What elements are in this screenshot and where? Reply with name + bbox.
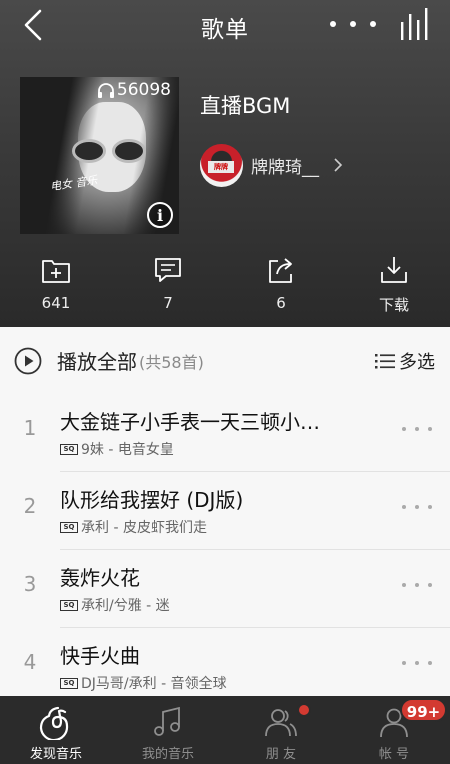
song-row[interactable]: 3 轰炸火花 SQ 承利/兮雅 - 迷 xyxy=(0,550,450,628)
multi-select-button[interactable]: 多选 xyxy=(375,348,435,374)
share-count: 6 xyxy=(276,294,286,312)
tab-discover[interactable]: 发现音乐 xyxy=(0,696,112,764)
play-count: 56098 xyxy=(97,80,171,100)
tab-my-music[interactable]: 我的音乐 xyxy=(112,696,224,764)
sq-badge: SQ xyxy=(60,677,78,689)
song-title: 队形给我摆好 (DJ版) xyxy=(60,488,244,512)
song-subtitle: SQ 承利 - 皮皮虾我们走 xyxy=(60,517,207,537)
song-more-button[interactable] xyxy=(402,427,432,431)
song-title: 大金链子小手表一天三顿小… xyxy=(60,410,320,434)
headphones-icon xyxy=(97,83,114,98)
more-dot-icon xyxy=(428,583,432,587)
download-icon xyxy=(381,257,407,283)
tab-label: 朋 友 xyxy=(265,747,297,762)
comment-icon xyxy=(155,258,181,282)
song-artist-album: 承利/兮雅 - 迷 xyxy=(81,598,170,614)
song-index: 1 xyxy=(23,416,37,440)
sq-badge: SQ xyxy=(60,521,78,533)
playlist-cover[interactable]: 56098 电女 音乐 i xyxy=(20,77,179,234)
nav-bar: 歌单 xyxy=(0,0,450,50)
tab-label: 帐 号 xyxy=(378,747,410,762)
list-icon xyxy=(375,354,395,369)
friends-notification-dot xyxy=(297,703,311,717)
collect-count: 641 xyxy=(41,294,71,312)
more-dot-icon xyxy=(402,427,406,431)
share-button[interactable]: 6 xyxy=(241,255,321,312)
song-subtitle: SQ DJ马哥/承利 - 音领全球 xyxy=(60,673,227,693)
more-dot-icon xyxy=(370,21,376,27)
song-list: 播放全部 (共58首) 多选 1 大金链子小手表一天三顿小… SQ 9妹 - 电音… xyxy=(0,327,450,696)
song-artist-album: 9妹 - 电音女皇 xyxy=(81,442,174,458)
more-dot-icon xyxy=(415,505,419,509)
avatar-tag: 牌牌 xyxy=(208,160,234,173)
song-index: 2 xyxy=(23,494,37,518)
friends-icon xyxy=(265,709,297,737)
song-subtitle: SQ 9妹 - 电音女皇 xyxy=(60,439,174,459)
tab-bar: 发现音乐 我的音乐 朋 友 帐 号 xyxy=(0,696,450,764)
more-dot-icon xyxy=(415,427,419,431)
creator-name: 牌牌琦__ xyxy=(251,157,319,178)
netease-music-icon xyxy=(39,706,69,740)
sq-badge: SQ xyxy=(60,443,78,455)
account-notification-badge: 99+ xyxy=(400,698,447,722)
more-dot-icon xyxy=(402,505,406,509)
comment-button[interactable]: 7 xyxy=(128,255,208,312)
song-index: 4 xyxy=(23,650,37,674)
more-dot-icon xyxy=(330,21,336,27)
more-dot-icon xyxy=(428,505,432,509)
more-button[interactable] xyxy=(330,12,376,36)
tab-label: 发现音乐 xyxy=(29,747,82,762)
song-more-button[interactable] xyxy=(402,505,432,509)
play-all-row[interactable]: 播放全部 (共58首) 多选 xyxy=(0,327,450,394)
song-row[interactable]: 1 大金链子小手表一天三顿小… SQ 9妹 - 电音女皇 xyxy=(0,394,450,472)
song-subtitle: SQ 承利/兮雅 - 迷 xyxy=(60,595,170,615)
cover-sunglasses-left xyxy=(72,139,106,163)
song-artist-album: DJ马哥/承利 - 音领全球 xyxy=(81,676,227,692)
action-bar: 641 7 6 下载 xyxy=(0,255,450,325)
more-dot-icon xyxy=(402,661,406,665)
more-dot-icon xyxy=(428,661,432,665)
song-row[interactable]: 4 快手火曲 SQ DJ马哥/承利 - 音领全球 xyxy=(0,628,450,706)
music-note-icon xyxy=(154,706,180,736)
song-artist-album: 承利 - 皮皮虾我们走 xyxy=(81,520,207,536)
playlist-header: 歌单 56098 电女 音乐 i 直播BGM 牌牌 牌牌琦__ 641 7 6 … xyxy=(0,0,450,327)
info-icon[interactable]: i xyxy=(147,202,173,228)
play-count-value: 56098 xyxy=(116,80,171,100)
playlist-title: 直播BGM xyxy=(200,94,291,118)
share-icon xyxy=(269,258,292,283)
collect-button[interactable]: 641 xyxy=(16,255,96,312)
comment-count: 7 xyxy=(163,294,173,312)
download-label: 下载 xyxy=(378,296,409,314)
play-circle-icon xyxy=(14,347,42,374)
page-title: 歌单 xyxy=(201,17,249,43)
chevron-right-icon xyxy=(334,158,343,172)
sq-badge: SQ xyxy=(60,599,78,611)
song-row[interactable]: 2 队形给我摆好 (DJ版) SQ 承利 - 皮皮虾我们走 xyxy=(0,472,450,550)
more-dot-icon xyxy=(415,661,419,665)
add-folder-icon xyxy=(42,260,70,283)
song-count: (共58首) xyxy=(139,352,204,372)
song-more-button[interactable] xyxy=(402,661,432,665)
now-playing-icon[interactable] xyxy=(399,8,433,40)
song-title: 轰炸火花 xyxy=(60,566,140,590)
song-more-button[interactable] xyxy=(402,583,432,587)
tab-friends[interactable]: 朋 友 xyxy=(225,696,337,764)
creator-link[interactable]: 牌牌 牌牌琦__ xyxy=(200,143,343,187)
download-button[interactable]: 下载 xyxy=(354,255,434,315)
more-dot-icon xyxy=(402,583,406,587)
song-index: 3 xyxy=(23,572,37,596)
more-dot-icon xyxy=(415,583,419,587)
play-all-label: 播放全部 xyxy=(57,350,137,374)
more-dot-icon xyxy=(350,21,356,27)
cover-sunglasses-right xyxy=(112,139,146,163)
avatar: 牌牌 xyxy=(200,143,243,187)
more-dot-icon xyxy=(428,427,432,431)
multi-select-label: 多选 xyxy=(399,352,435,373)
tab-label: 我的音乐 xyxy=(141,747,194,762)
song-title: 快手火曲 xyxy=(60,644,140,668)
